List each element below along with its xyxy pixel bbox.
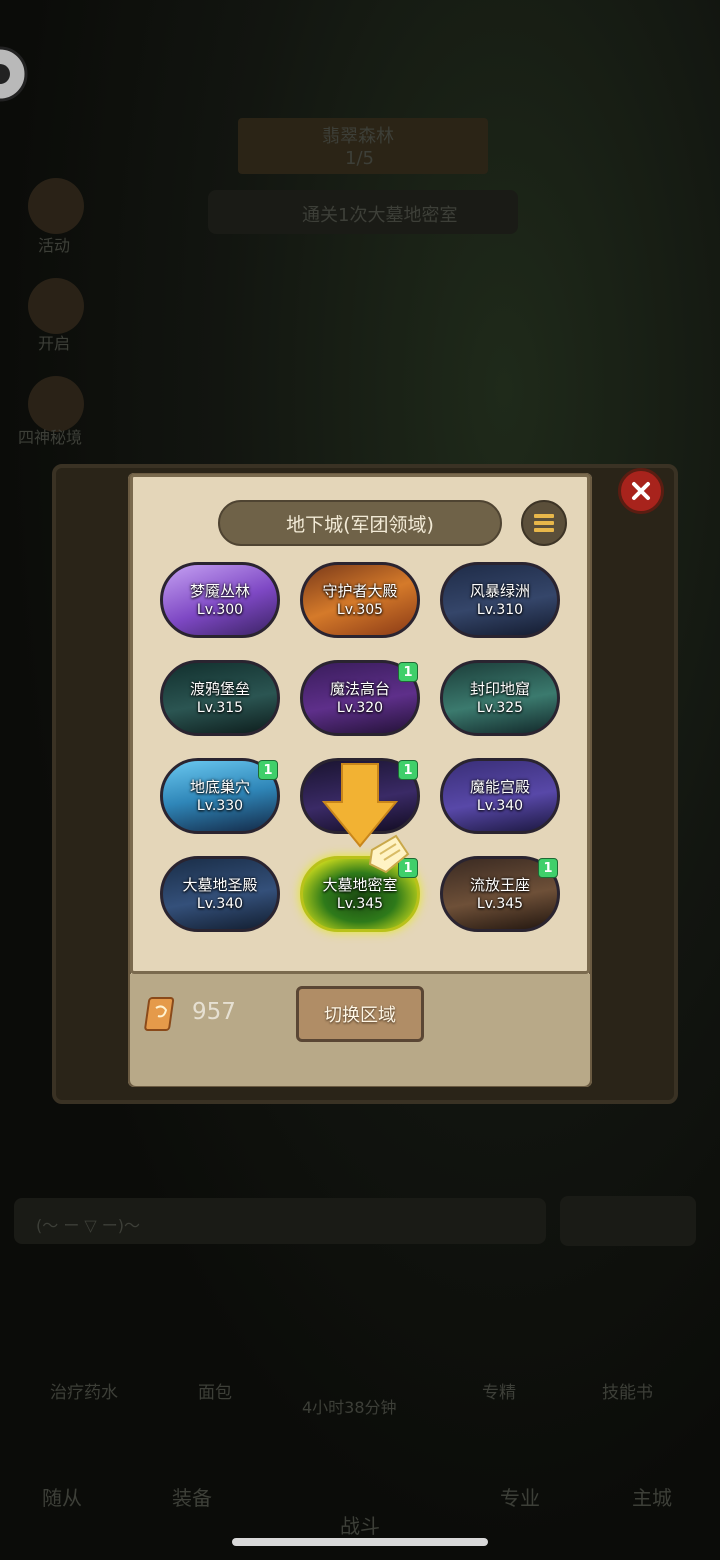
scroll-count: 957 xyxy=(192,999,236,1025)
new-badge: 1 xyxy=(398,760,418,780)
dungeon-node[interactable]: 渡鸦堡垒 Lv.315 xyxy=(160,660,280,736)
settings-gear-icon[interactable] xyxy=(0,34,42,114)
dungeon-level: Lv.320 xyxy=(336,699,384,716)
activity-icon[interactable] xyxy=(28,178,84,234)
dungeon-node[interactable]: 守护者大殿 Lv.305 xyxy=(300,562,420,638)
nav-battle[interactable]: 战斗 xyxy=(340,1510,380,1539)
zone-title: 翡翠森林 xyxy=(322,126,394,147)
dungeon-node[interactable]: 封印地窟 Lv.325 xyxy=(440,660,560,736)
open-icon[interactable] xyxy=(28,278,84,334)
dungeon-level: Lv.305 xyxy=(336,601,384,618)
nav-equipment[interactable]: 装备 xyxy=(172,1482,212,1511)
dungeon-level: Lv.330 xyxy=(196,797,244,814)
nav-followers[interactable]: 随从 xyxy=(42,1482,82,1511)
dungeon-level: Lv.345 xyxy=(336,895,384,912)
dungeon-name: 封印地窟 xyxy=(469,679,530,698)
dungeon-name: 风暴绿洲 xyxy=(469,581,530,600)
item-mastery[interactable]: 专精 xyxy=(482,1378,516,1403)
new-badge: 1 xyxy=(258,760,278,780)
secret-realm-label: 四神秘境 xyxy=(18,428,83,447)
scroll-icon xyxy=(144,997,175,1031)
close-button[interactable] xyxy=(618,468,664,514)
dungeon-level: Lv.325 xyxy=(476,699,524,716)
dungeon-name: 大墓地密室 xyxy=(322,875,398,894)
dungeon-name: 大墓地圣殿 xyxy=(182,875,258,894)
dungeon-name: 魔能宫殿 xyxy=(469,777,530,796)
tutorial-hand-icon xyxy=(368,834,410,874)
dungeon-name: 梦魇丛林 xyxy=(189,581,250,600)
dungeon-node[interactable]: 大墓地圣殿 Lv.340 xyxy=(160,856,280,932)
modal-title: 地下城(军团领域) xyxy=(218,500,502,546)
dungeon-name: 渡鸦堡垒 xyxy=(189,679,250,698)
dungeon-name: 流放王座 xyxy=(469,875,530,894)
item-potion[interactable]: 治疗药水 xyxy=(50,1378,118,1403)
quest-text: 通关1次大墓地密室 xyxy=(302,205,458,226)
dungeon-name: 地底巢穴 xyxy=(189,777,250,796)
dungeon-level: Lv.340 xyxy=(196,895,244,912)
nav-profession[interactable]: 专业 xyxy=(500,1482,540,1511)
dungeon-node[interactable]: 风暴绿洲 Lv.310 xyxy=(440,562,560,638)
new-badge: 1 xyxy=(538,858,558,878)
chat-input-text: (～ ー ▽ ー)～ xyxy=(36,1216,141,1235)
home-indicator xyxy=(232,1538,488,1546)
dungeon-node[interactable]: 梦魇丛林 Lv.300 xyxy=(160,562,280,638)
dungeon-level: Lv.300 xyxy=(196,601,244,618)
new-badge: 1 xyxy=(398,662,418,682)
dungeon-level: Lv.345 xyxy=(476,895,524,912)
activity-label: 活动 xyxy=(38,236,71,255)
dungeon-level: Lv.340 xyxy=(476,797,524,814)
dungeon-node[interactable]: 魔能宫殿 Lv.340 xyxy=(440,758,560,834)
dungeon-level: Lv.315 xyxy=(196,699,244,716)
menu-icon xyxy=(534,514,554,518)
dungeon-name: 守护者大殿 xyxy=(322,581,398,600)
nav-main-city[interactable]: 主城 xyxy=(632,1482,672,1511)
item-timer: 4小时38分钟 xyxy=(302,1398,397,1417)
menu-button[interactable] xyxy=(521,500,567,546)
dungeon-level: Lv.310 xyxy=(476,601,524,618)
open-label: 开启 xyxy=(38,334,71,353)
close-icon xyxy=(632,482,650,500)
item-skillbook[interactable]: 技能书 xyxy=(602,1378,653,1403)
send-button[interactable] xyxy=(560,1196,696,1246)
item-bread[interactable]: 面包 xyxy=(198,1378,232,1403)
dungeon-name: 魔法高台 xyxy=(329,679,390,698)
zone-progress: 1/5 xyxy=(345,148,374,169)
switch-region-button[interactable]: 切换区域 xyxy=(296,986,424,1042)
